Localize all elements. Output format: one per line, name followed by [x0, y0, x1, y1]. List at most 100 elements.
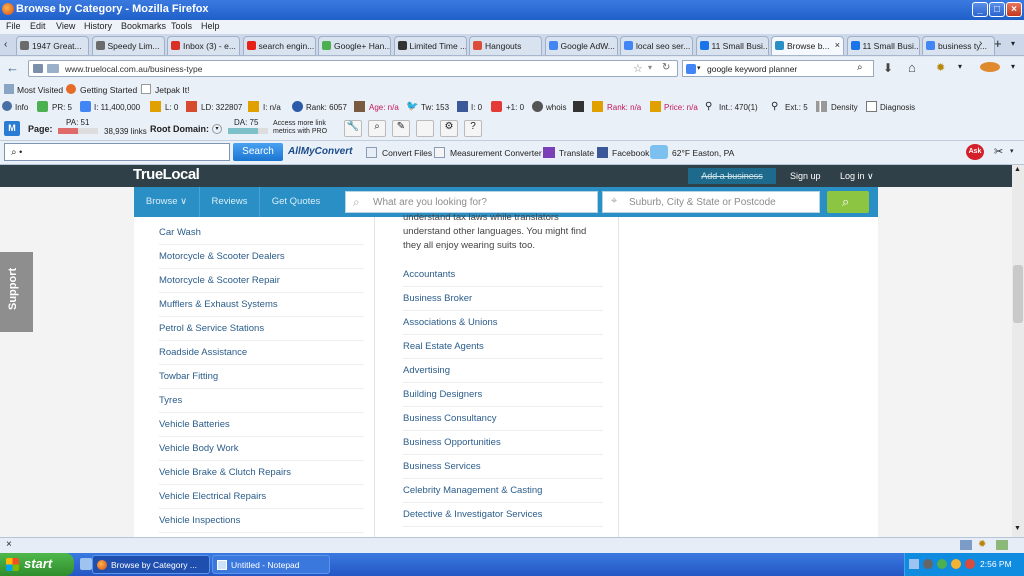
- menu-file[interactable]: File: [6, 21, 21, 31]
- close-button[interactable]: ×: [1006, 2, 1022, 17]
- toolbar-search-input[interactable]: ⌕ •: [4, 143, 230, 161]
- moz-blank-icon[interactable]: [416, 120, 434, 137]
- category-link[interactable]: Car Wash: [159, 227, 364, 245]
- category-link[interactable]: Business Services: [403, 461, 603, 479]
- truelocal-logo[interactable]: TrueLocal: [133, 166, 200, 183]
- maximize-button[interactable]: □: [989, 2, 1005, 17]
- category-link[interactable]: Petrol & Service Stations: [159, 323, 364, 341]
- browser-tab[interactable]: Google+ Han...: [318, 36, 391, 55]
- browser-tab[interactable]: Inbox (3) - e...: [167, 36, 240, 55]
- browser-tab[interactable]: Speedy Lim...: [91, 36, 165, 55]
- seo-info[interactable]: Info: [15, 103, 28, 112]
- category-link[interactable]: Business Opportunities: [403, 437, 603, 455]
- task-firefox[interactable]: Browse by Category ...: [92, 555, 210, 574]
- location-input[interactable]: ⌖ Suburb, City & State or Postcode: [602, 191, 820, 213]
- browser-tab[interactable]: 1947 Great...: [16, 36, 89, 55]
- addon-planet-icon[interactable]: [980, 62, 1000, 72]
- tab-close-icon[interactable]: ×: [835, 40, 840, 50]
- menu-edit[interactable]: Edit: [30, 21, 46, 31]
- toolbar-more-icon[interactable]: ▾: [1011, 62, 1015, 71]
- category-link[interactable]: Vehicle Body Work: [159, 443, 364, 461]
- moz-root-dropdown-icon[interactable]: ▾: [212, 124, 222, 134]
- measurement-converter-link[interactable]: Measurement Converter: [450, 148, 542, 158]
- start-button[interactable]: start: [0, 553, 74, 576]
- browser-tab[interactable]: local seo ser...: [620, 36, 693, 55]
- tray-icon-3[interactable]: [937, 559, 947, 569]
- facebook-link[interactable]: Facebook: [612, 148, 649, 158]
- tab-scroll-right-icon[interactable]: ›: [979, 38, 982, 49]
- add-business-button[interactable]: Add a business: [688, 168, 776, 184]
- minimize-button[interactable]: _: [972, 2, 988, 17]
- tray-icon-1[interactable]: [909, 559, 919, 569]
- bookmark-jetpak[interactable]: Jetpak It!: [155, 85, 190, 95]
- tray-icon-4[interactable]: [951, 559, 961, 569]
- category-link[interactable]: Detective & Investigator Services: [403, 509, 603, 527]
- status-gear-icon[interactable]: ✹: [978, 539, 986, 550]
- reload-icon[interactable]: ↻: [662, 62, 670, 73]
- scroll-down-icon[interactable]: ▼: [1014, 525, 1021, 532]
- category-link[interactable]: Real Estate Agents: [403, 341, 603, 359]
- category-link[interactable]: Celebrity Management & Casting: [403, 485, 603, 503]
- search-bar[interactable]: ▾ google keyword planner ⌕: [682, 60, 874, 77]
- scrollbar-thumb[interactable]: [1013, 265, 1023, 323]
- category-link[interactable]: Vehicle Inspections: [159, 515, 364, 533]
- category-link[interactable]: Building Designers: [403, 389, 603, 407]
- moz-help-icon[interactable]: ?: [464, 120, 482, 137]
- url-bar[interactable]: www.truelocal.com.au/business-type ☆ ▾ ↻: [28, 60, 678, 77]
- ask-icon[interactable]: Ask: [966, 144, 984, 160]
- support-tab[interactable]: Support: [0, 252, 33, 332]
- nav-reviews[interactable]: Reviews: [200, 187, 260, 217]
- weather-text[interactable]: 62°F Easton, PA: [672, 148, 734, 158]
- quicklaunch-icon[interactable]: [80, 558, 92, 570]
- browser-tab[interactable]: search engin...: [242, 36, 316, 55]
- translate-link[interactable]: Translate: [559, 148, 594, 158]
- tab-list-icon[interactable]: ▾: [1011, 39, 1015, 48]
- history-dropdown-icon[interactable]: ▾: [648, 63, 652, 72]
- browser-tab[interactable]: Hangouts: [469, 36, 542, 55]
- menu-tools[interactable]: Tools: [171, 21, 192, 31]
- moz-gear-icon[interactable]: ⚙: [440, 120, 458, 137]
- nav-get-quotes[interactable]: Get Quotes: [260, 187, 332, 217]
- tab-scroll-left-icon[interactable]: ‹: [4, 39, 7, 50]
- toolbar-search-button[interactable]: Search: [233, 143, 283, 161]
- moz-logo-icon[interactable]: M: [4, 121, 20, 136]
- addon-gear-icon[interactable]: ✹: [936, 61, 945, 74]
- toolbar-settings-icon[interactable]: ✂: [994, 145, 1003, 158]
- category-link[interactable]: Advertising: [403, 365, 603, 383]
- category-link[interactable]: Motorcycle & Scooter Dealers: [159, 251, 364, 269]
- seo-diagnosis[interactable]: Diagnosis: [880, 103, 915, 112]
- addon-dropdown-icon[interactable]: ▾: [958, 62, 962, 71]
- search-magnifier-icon[interactable]: ⌕: [857, 62, 863, 73]
- bookmark-getting-started[interactable]: Getting Started: [80, 85, 137, 95]
- category-link[interactable]: Associations & Unions: [403, 317, 603, 335]
- back-arrow-icon[interactable]: ←: [6, 60, 19, 75]
- moz-access-pro[interactable]: Access more link metrics with PRO: [273, 120, 333, 136]
- category-link[interactable]: Vehicle Batteries: [159, 419, 364, 437]
- addon-bar-close-icon[interactable]: ×: [6, 539, 12, 550]
- allmyconvert-logo[interactable]: AllMyConvert: [288, 146, 352, 157]
- bookmark-most-visited[interactable]: Most Visited: [17, 85, 63, 95]
- category-link[interactable]: Towbar Fitting: [159, 371, 364, 389]
- tray-icon-5[interactable]: [965, 559, 975, 569]
- browser-tab[interactable]: 11 Small Busi...: [695, 36, 769, 55]
- category-link[interactable]: Business Consultancy: [403, 413, 603, 431]
- browser-tab[interactable]: 11 Small Busi...: [846, 36, 920, 55]
- browser-tab[interactable]: Browse b... ×: [771, 36, 844, 55]
- category-link[interactable]: Motorcycle & Scooter Repair: [159, 275, 364, 293]
- log-in-link[interactable]: Log in ∨: [840, 171, 874, 182]
- status-extra-icon[interactable]: [996, 540, 1008, 550]
- category-link[interactable]: Accountants: [403, 269, 603, 287]
- toolbar-dropdown-icon[interactable]: ▾: [1010, 147, 1014, 155]
- category-link[interactable]: Tyres: [159, 395, 364, 413]
- browser-tab[interactable]: Google AdW...: [544, 36, 618, 55]
- seo-whois[interactable]: whois: [546, 103, 566, 112]
- menu-bookmarks[interactable]: Bookmarks: [121, 21, 166, 31]
- task-notepad[interactable]: Untitled - Notepad: [212, 555, 330, 574]
- what-search-input[interactable]: ⌕ What are you looking for?: [345, 191, 598, 213]
- category-link[interactable]: Business Broker: [403, 293, 603, 311]
- menu-view[interactable]: View: [56, 21, 75, 31]
- tray-icon-2[interactable]: [923, 559, 933, 569]
- moz-search-icon[interactable]: ⌕: [368, 120, 386, 137]
- search-go-button[interactable]: ⌕: [827, 191, 869, 213]
- browser-tab[interactable]: Limited Time ...: [393, 36, 467, 55]
